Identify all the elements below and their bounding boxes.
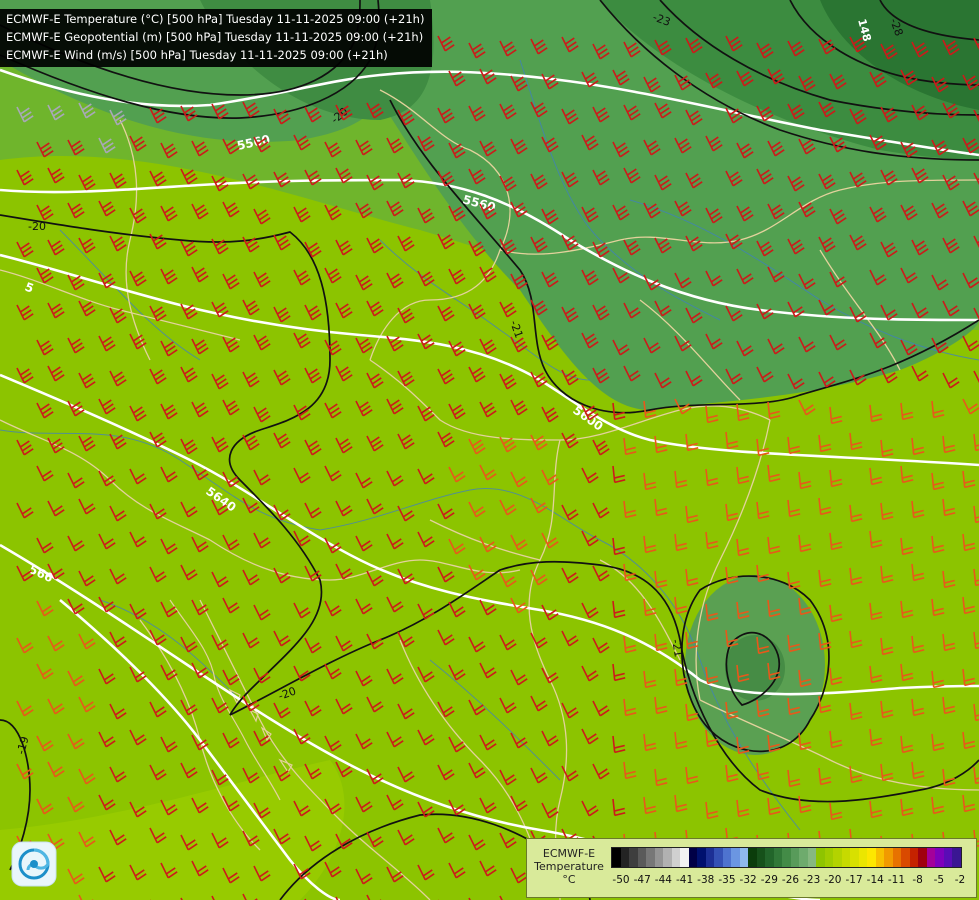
legend-swatch (901, 848, 910, 867)
legend-tick-label: -14 (866, 874, 884, 886)
legend-tick-label: -26 (781, 874, 800, 886)
legend-tick-label: -2 (954, 874, 966, 886)
legend-swatch (943, 848, 952, 867)
legend-swatch (875, 848, 884, 867)
legend-swatch (816, 848, 825, 867)
legend-swatch (688, 848, 697, 867)
legend-swatch (663, 848, 672, 867)
legend-swatch (833, 848, 842, 867)
title-temperature: ECMWF-E Temperature (°C) [500 hPa] Tuesd… (6, 12, 425, 26)
legend-swatch (714, 848, 723, 867)
legend-swatch (671, 848, 680, 867)
legend-swatch (705, 848, 714, 867)
legend-swatch (654, 848, 663, 867)
legend-swatch (799, 848, 808, 867)
legend-swatch (926, 848, 935, 867)
legend-swatch (748, 848, 757, 867)
legend-color-bar (611, 847, 962, 868)
legend-swatch (918, 848, 927, 867)
title-wind: ECMWF-E Wind (m/s) [500 hPa] Tuesday 11-… (6, 48, 388, 62)
legend-swatch (884, 848, 893, 867)
legend-swatch (646, 848, 655, 867)
legend-swatch (909, 848, 918, 867)
legend-tick-label: -5 (933, 874, 945, 886)
ecmwf-logo-icon (11, 841, 57, 887)
contour-label: -20 (28, 220, 46, 233)
legend-title-line2: Temperature (534, 860, 604, 873)
legend-swatch (620, 848, 629, 867)
legend-swatch (697, 848, 706, 867)
legend-swatch (756, 848, 765, 867)
legend-tick-label: -20 (824, 874, 842, 886)
legend-tick-label: -32 (739, 874, 757, 886)
temperature-legend: ECMWF-E Temperature °C -50 -47 -44 -41 -38 -3… (526, 838, 977, 898)
legend-tick-label: -29 (760, 874, 778, 886)
legend-tick-label: -38 (697, 874, 715, 886)
legend-swatch (773, 848, 782, 867)
legend-tick-label: -47 (633, 874, 651, 886)
legend-swatch (850, 848, 859, 867)
legend-swatch (824, 848, 833, 867)
legend-title-line1: ECMWF-E (542, 847, 596, 860)
legend-swatch (629, 848, 638, 867)
legend-tick-label: -41 (675, 874, 694, 886)
legend-swatch (807, 848, 816, 867)
legend-tick-label: -23 (803, 874, 821, 886)
legend-tick-label: -50 (612, 874, 630, 886)
legend-tick-label: -17 (845, 874, 863, 886)
legend-swatch (731, 848, 740, 867)
legend-swatch (637, 848, 646, 867)
legend-swatch (935, 848, 944, 867)
title-geopotential: ECMWF-E Geopotential (m) [500 hPa] Tuesd… (6, 30, 424, 44)
weather-map: 5560 5560 5600 5640 566 5 -23 -28 -20 -2… (0, 0, 979, 900)
legend-swatch (680, 848, 689, 867)
legend-tick-label: -44 (654, 874, 672, 886)
legend-swatch (739, 848, 748, 867)
legend-swatch (892, 848, 901, 867)
legend-tick-label: -35 (718, 874, 736, 886)
map-title-box: ECMWF-E Temperature (°C) [500 hPa] Tuesd… (0, 9, 433, 67)
legend-tick-label: -8 (912, 874, 923, 886)
legend-swatch (867, 848, 876, 867)
legend-swatch (952, 848, 961, 867)
legend-swatch (841, 848, 850, 867)
legend-unit: °C (562, 873, 576, 886)
legend-tick-label: -11 (887, 874, 906, 886)
legend-swatch (858, 848, 867, 867)
legend-swatch (722, 848, 731, 867)
legend-swatch (790, 848, 799, 867)
map-viewport[interactable]: 5560 5560 5600 5640 566 5 -23 -28 -20 -2… (0, 0, 979, 900)
legend-swatch (765, 848, 774, 867)
legend-swatch (782, 848, 791, 867)
legend-swatch (612, 848, 621, 867)
legend-title: ECMWF-E Temperature °C (531, 847, 607, 886)
